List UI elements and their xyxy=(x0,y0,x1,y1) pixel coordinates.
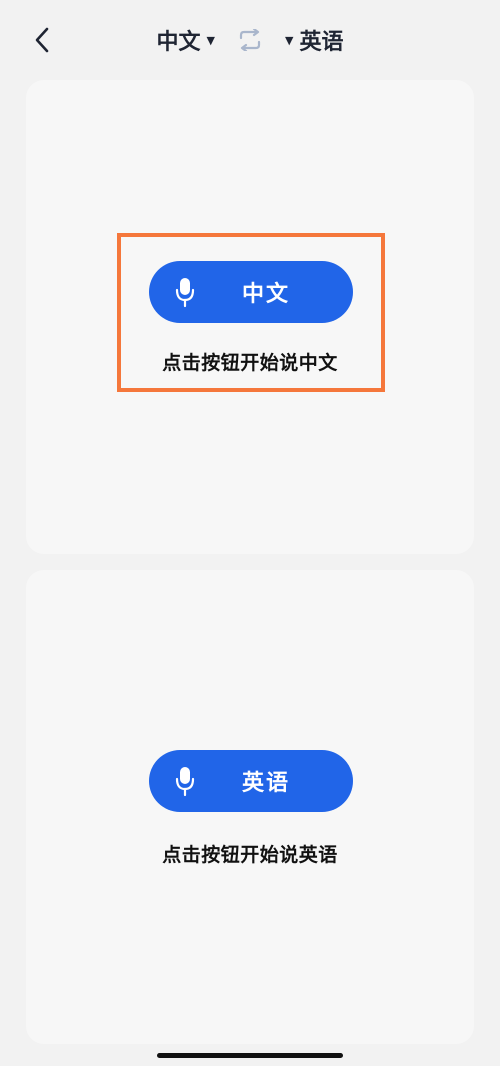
microphone-icon xyxy=(175,278,195,308)
back-arrow-icon xyxy=(35,27,49,53)
caret-down-icon: ▼ xyxy=(206,33,215,47)
source-language-label: 中文 xyxy=(156,30,201,55)
speak-source-button[interactable]: 中文 xyxy=(149,261,353,323)
target-language-selector[interactable]: ▼ 英语 xyxy=(279,24,343,56)
speak-target-button[interactable]: 英语 xyxy=(149,750,353,812)
language-switcher: 中文 ▼ ▼ 英语 xyxy=(150,20,350,60)
voice-translate-screen: 中文 ▼ ▼ 英语 中文 点击按钮开始说中文 英语 点击按钮开始说英语 xyxy=(0,0,500,1066)
home-indicator[interactable] xyxy=(157,1053,343,1058)
swap-icon xyxy=(239,29,261,51)
back-button[interactable] xyxy=(28,24,56,56)
target-language-label: 英语 xyxy=(299,30,344,55)
caret-down-icon: ▼ xyxy=(285,33,294,47)
source-language-selector[interactable]: 中文 ▼ xyxy=(157,24,221,56)
source-speech-panel: 中文 点击按钮开始说中文 xyxy=(26,80,474,554)
swap-languages-button[interactable] xyxy=(237,29,263,51)
microphone-icon xyxy=(175,767,195,797)
target-speech-panel: 英语 点击按钮开始说英语 xyxy=(26,570,474,1044)
target-hint-text: 点击按钮开始说英语 xyxy=(162,844,338,866)
header: 中文 ▼ ▼ 英语 xyxy=(0,0,500,80)
source-hint-text: 点击按钮开始说中文 xyxy=(162,352,338,374)
